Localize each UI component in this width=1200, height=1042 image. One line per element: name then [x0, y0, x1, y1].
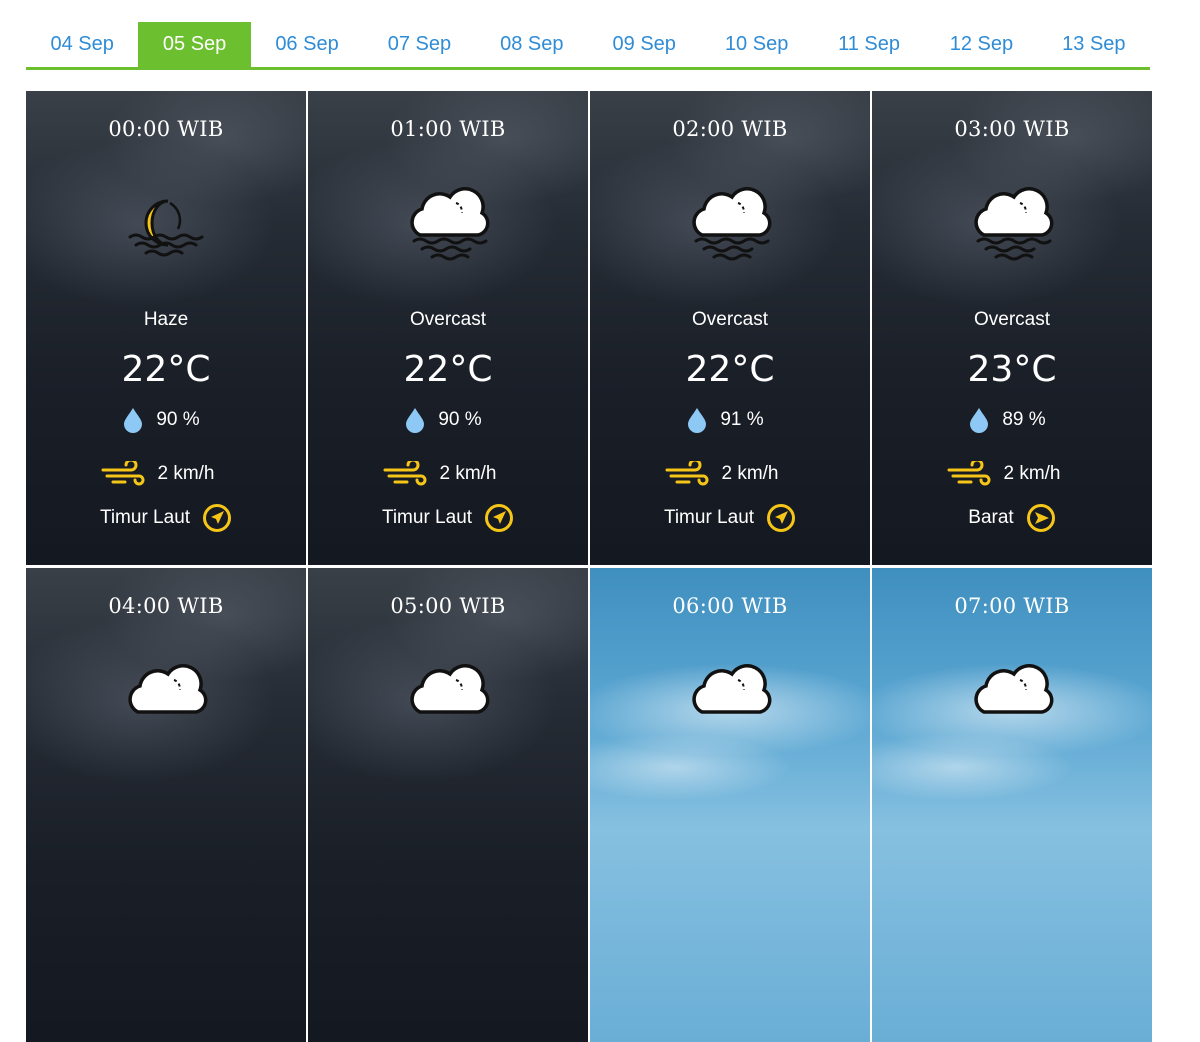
forecast-card: 00:00 WIB Haze 22°C 90 % 2 km/h Timur La…	[26, 91, 306, 565]
condition-label: Overcast	[973, 309, 1051, 330]
compass-northeast-icon	[767, 504, 796, 532]
wind-speed: 2 km/h	[721, 463, 779, 484]
water-drop-icon	[688, 408, 707, 433]
humidity: 90 %	[308, 407, 588, 433]
temperature: 22°C	[403, 349, 493, 390]
tab-11-sep[interactable]: 11 Sep	[813, 22, 925, 67]
temperature: 23°C	[967, 349, 1057, 390]
water-drop-icon	[970, 408, 989, 433]
wind-speed: 2 km/h	[439, 463, 497, 484]
humidity-value: 91 %	[720, 409, 764, 430]
date-tabs: 04 Sep 05 Sep 06 Sep 07 Sep 08 Sep 09 Se…	[26, 22, 1150, 70]
humidity-value: 90 %	[156, 409, 200, 430]
haze-night-icon	[116, 173, 216, 263]
condition-label: Overcast	[691, 309, 769, 330]
wind-icon	[383, 461, 427, 486]
humidity-value: 90 %	[438, 409, 482, 430]
wind: 2 km/h	[590, 461, 870, 487]
wind-speed: 2 km/h	[1003, 463, 1061, 484]
wind-direction: Timur Laut	[308, 503, 588, 533]
compass-northeast-icon	[485, 504, 514, 532]
tab-13-sep[interactable]: 13 Sep	[1038, 22, 1150, 67]
forecast-time: 07:00 WIB	[954, 594, 1070, 618]
compass-northeast-icon	[203, 504, 232, 532]
condition-label: Haze	[143, 309, 189, 330]
humidity: 89 %	[872, 407, 1152, 433]
compass-east-icon	[1026, 504, 1055, 532]
forecast-card: 02:00 WIB Overcast 22°C 91 % 2 km/h Timu…	[590, 91, 870, 565]
overcast-icon	[398, 173, 498, 263]
tab-09-sep[interactable]: 09 Sep	[588, 22, 700, 67]
forecast-card: 07:00 WIB	[872, 568, 1152, 1042]
wind-direction: Barat	[872, 503, 1152, 533]
wind-direction: Timur Laut	[590, 503, 870, 533]
overcast-icon	[680, 650, 780, 740]
wind: 2 km/h	[308, 461, 588, 487]
wind-icon	[947, 461, 991, 486]
water-drop-icon	[406, 408, 425, 433]
overcast-icon	[962, 650, 1062, 740]
overcast-icon	[962, 173, 1062, 263]
forecast-card: 01:00 WIB Overcast 22°C 90 % 2 km/h Timu…	[308, 91, 588, 565]
wind: 2 km/h	[26, 461, 306, 487]
tab-04-sep[interactable]: 04 Sep	[26, 22, 138, 67]
forecast-card: 05:00 WIB	[308, 568, 588, 1042]
forecast-widget: 04 Sep 05 Sep 06 Sep 07 Sep 08 Sep 09 Se…	[26, 22, 1152, 1042]
wind-icon	[101, 461, 145, 486]
forecast-time: 02:00 WIB	[672, 117, 788, 141]
tab-10-sep[interactable]: 10 Sep	[700, 22, 812, 67]
tab-06-sep[interactable]: 06 Sep	[251, 22, 363, 67]
tab-12-sep[interactable]: 12 Sep	[925, 22, 1037, 67]
forecast-time: 03:00 WIB	[954, 117, 1070, 141]
water-drop-icon	[124, 408, 143, 433]
wind-direction-label: Barat	[968, 507, 1014, 528]
forecast-card: 03:00 WIB Overcast 23°C 89 % 2 km/h Bara…	[872, 91, 1152, 565]
overcast-icon	[398, 650, 498, 740]
wind-direction-label: Timur Laut	[99, 507, 191, 528]
overcast-icon	[680, 173, 780, 263]
temperature: 22°C	[685, 349, 775, 390]
condition-label: Overcast	[409, 309, 487, 330]
forecast-time: 06:00 WIB	[672, 594, 788, 618]
temperature: 22°C	[121, 349, 211, 390]
wind-direction-label: Timur Laut	[381, 507, 473, 528]
overcast-icon	[116, 650, 216, 740]
tab-05-sep[interactable]: 05 Sep	[138, 22, 251, 67]
tab-07-sep[interactable]: 07 Sep	[363, 22, 475, 67]
forecast-card: 06:00 WIB	[590, 568, 870, 1042]
tab-08-sep[interactable]: 08 Sep	[476, 22, 588, 67]
forecast-time: 01:00 WIB	[390, 117, 506, 141]
humidity: 91 %	[590, 407, 870, 433]
forecast-time: 00:00 WIB	[108, 117, 224, 141]
humidity-value: 89 %	[1002, 409, 1046, 430]
wind: 2 km/h	[872, 461, 1152, 487]
forecast-time: 05:00 WIB	[390, 594, 506, 618]
forecast-card: 04:00 WIB	[26, 568, 306, 1042]
forecast-time: 04:00 WIB	[108, 594, 224, 618]
humidity: 90 %	[26, 407, 306, 433]
wind-direction-label: Timur Laut	[663, 507, 755, 528]
wind-speed: 2 km/h	[157, 463, 215, 484]
hourly-forecast-grid: 00:00 WIB Haze 22°C 90 % 2 km/h Timur La…	[26, 91, 1152, 1042]
wind-direction: Timur Laut	[26, 503, 306, 533]
wind-icon	[665, 461, 709, 486]
